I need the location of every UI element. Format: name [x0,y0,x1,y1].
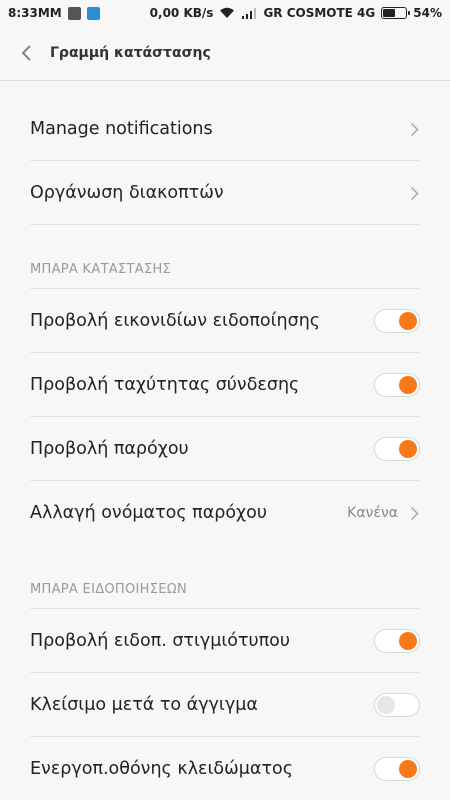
row-label: Προβολή ταχύτητας σύνδεσης [30,375,300,395]
chevron-right-icon [410,121,420,137]
back-arrow-icon[interactable] [20,43,34,63]
battery-percent: 54% [413,6,442,20]
row-label: Προβολή εικονιδίων ειδοποίησης [30,311,321,331]
wifi-icon [219,7,235,19]
toggle-switch[interactable] [374,629,420,653]
close-after-tap-item[interactable]: Κλείσιμο μετά το άγγιγμα [0,673,450,737]
row-label: Ενεργοπ.οθόνης κλειδώματος [30,759,293,779]
status-bar-right: 0,00 KB/s GR COSMOTE 4G 54% [150,6,442,20]
show-notification-snapshot-item[interactable]: Προβολή ειδοπ. στιγμιότυπου [0,609,450,673]
app-notification-icon [86,6,100,20]
toggle-knob [377,696,395,714]
battery-icon [381,7,411,19]
battery-fill [383,9,396,17]
section-header-notification-bar: ΜΠΑΡΑ ΕΙΔΟΠΟΙΗΣΕΩΝ [0,545,450,609]
show-carrier-item[interactable]: Προβολή παρόχου [0,417,450,481]
row-label: Κλείσιμο μετά το άγγιγμα [30,695,258,715]
lock-screen-activation-item[interactable]: Ενεργοπ.οθόνης κλειδώματος [0,737,450,800]
row-label: Manage notifications [30,119,213,139]
status-time: 8:33MM [8,6,62,20]
toggle-switch[interactable] [374,693,420,717]
status-bar: 8:33MM 0,00 KB/s GR COSMOTE 4G 54% [0,0,450,26]
change-carrier-name-item[interactable]: Αλλαγή ονόματος παρόχου Κανένα [0,481,450,545]
title-bar: Γραμμή κατάστασης [0,26,450,80]
manage-notifications-item[interactable]: Manage notifications [0,97,450,161]
row-label: Προβολή παρόχου [30,439,189,459]
toggle-knob [399,376,417,394]
message-notification-icon [67,6,81,20]
row-label: Αλλαγή ονόματος παρόχου [30,503,267,523]
toggle-knob [399,440,417,458]
row-label: Προβολή ειδοπ. στιγμιότυπου [30,631,291,651]
chevron-right-icon [410,185,420,201]
page-title: Γραμμή κατάστασης [50,45,211,61]
net-speed: 0,00 KB/s [149,6,214,20]
row-label: Οργάνωση διακοπτών [30,183,224,203]
toggle-switch[interactable] [374,309,420,333]
carrier-name: GR COSMOTE 4G [263,6,376,20]
show-connection-speed-item[interactable]: Προβολή ταχύτητας σύνδεσης [0,353,450,417]
chevron-right-icon [410,505,420,521]
section-title: ΜΠΑΡΑ ΚΑΤΑΣΤΑΣΗΣ [30,262,172,277]
section-header-status-bar: ΜΠΑΡΑ ΚΑΤΑΣΤΑΣΗΣ [0,225,450,289]
toggle-knob [399,632,417,650]
show-notification-icons-item[interactable]: Προβολή εικονιδίων ειδοποίησης [0,289,450,353]
settings-list: Manage notifications Οργάνωση διακοπτών … [0,81,450,800]
toggle-organization-item[interactable]: Οργάνωση διακοπτών [0,161,450,225]
toggle-knob [399,760,417,778]
signal-icon [241,7,257,19]
toggle-switch[interactable] [374,757,420,781]
status-bar-left: 8:33MM [8,6,100,20]
carrier-name-value: Κανένα [347,505,398,521]
toggle-switch[interactable] [374,437,420,461]
toggle-knob [399,312,417,330]
section-title: ΜΠΑΡΑ ΕΙΔΟΠΟΙΗΣΕΩΝ [30,582,188,597]
toggle-switch[interactable] [374,373,420,397]
